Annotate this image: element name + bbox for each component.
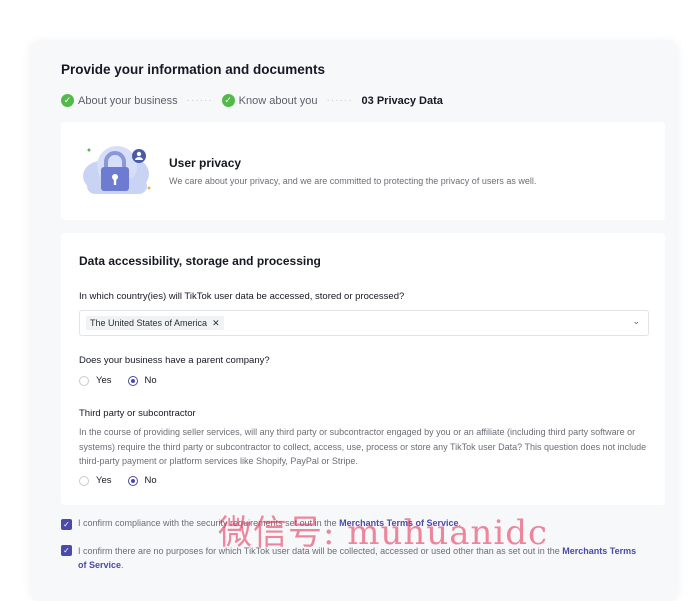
privacy-lock-illustration [83, 146, 151, 194]
radio-no-selected[interactable] [127, 475, 138, 486]
step-privacy-data: 03 Privacy Data [361, 94, 443, 107]
third-party-title: Third party or subcontractor [79, 408, 196, 419]
third-party-yes-option[interactable]: Yes [79, 475, 112, 486]
data-accessibility-panel: Data accessibility, storage and processi… [61, 233, 665, 505]
third-party-radio-group: Yes No [79, 475, 173, 486]
check-icon: ✓ [221, 94, 235, 107]
check-icon: ✓ [61, 94, 74, 107]
country-tag-label: The United States of America [90, 318, 208, 328]
parent-no-label: No [144, 375, 157, 386]
user-privacy-description: We care about your privacy, and we are c… [169, 176, 537, 186]
watermark: 微信号: muhuanidc [218, 513, 549, 553]
step-divider: ······ [186, 95, 213, 106]
radio-no-selected[interactable] [127, 375, 138, 386]
third-party-no-label: No [144, 475, 157, 486]
third-party-no-option[interactable]: No [127, 475, 157, 486]
country-question: In which country(ies) will TikTok user d… [79, 291, 405, 302]
section-title: Data accessibility, storage and processi… [79, 254, 321, 268]
parent-yes-label: Yes [96, 375, 112, 386]
close-icon[interactable]: ✕ [212, 318, 220, 329]
user-privacy-title: User privacy [169, 156, 242, 170]
country-select[interactable]: The United States of America ✕ ⌄ [79, 310, 649, 336]
parent-company-question: Does your business have a parent company… [79, 355, 270, 366]
page-title: Provide your information and documents [61, 62, 326, 77]
confirm-purposes-checkbox[interactable]: ✓ [61, 545, 72, 556]
parent-no-option[interactable]: No [127, 375, 157, 386]
step-know-about-you[interactable]: Know about you [239, 95, 318, 107]
third-party-description: In the course of providing seller servic… [79, 427, 647, 467]
radio-yes[interactable] [79, 375, 89, 386]
third-party-yes-label: Yes [96, 475, 112, 486]
step-divider: ······ [326, 95, 353, 106]
step-about-business[interactable]: About your business [78, 95, 178, 107]
parent-company-radio-group: Yes No [79, 375, 173, 386]
country-tag: The United States of America ✕ [86, 316, 224, 330]
user-privacy-panel: User privacy We care about your privacy,… [61, 122, 665, 220]
confirm-security-checkbox[interactable]: ✓ [61, 519, 72, 530]
radio-yes[interactable] [79, 475, 89, 486]
chevron-down-icon[interactable]: ⌄ [632, 316, 640, 327]
parent-yes-option[interactable]: Yes [79, 375, 112, 386]
stepper: ✓ About your business ······ ✓ Know abou… [61, 94, 443, 107]
confirm-purposes-suffix: . [121, 560, 124, 570]
